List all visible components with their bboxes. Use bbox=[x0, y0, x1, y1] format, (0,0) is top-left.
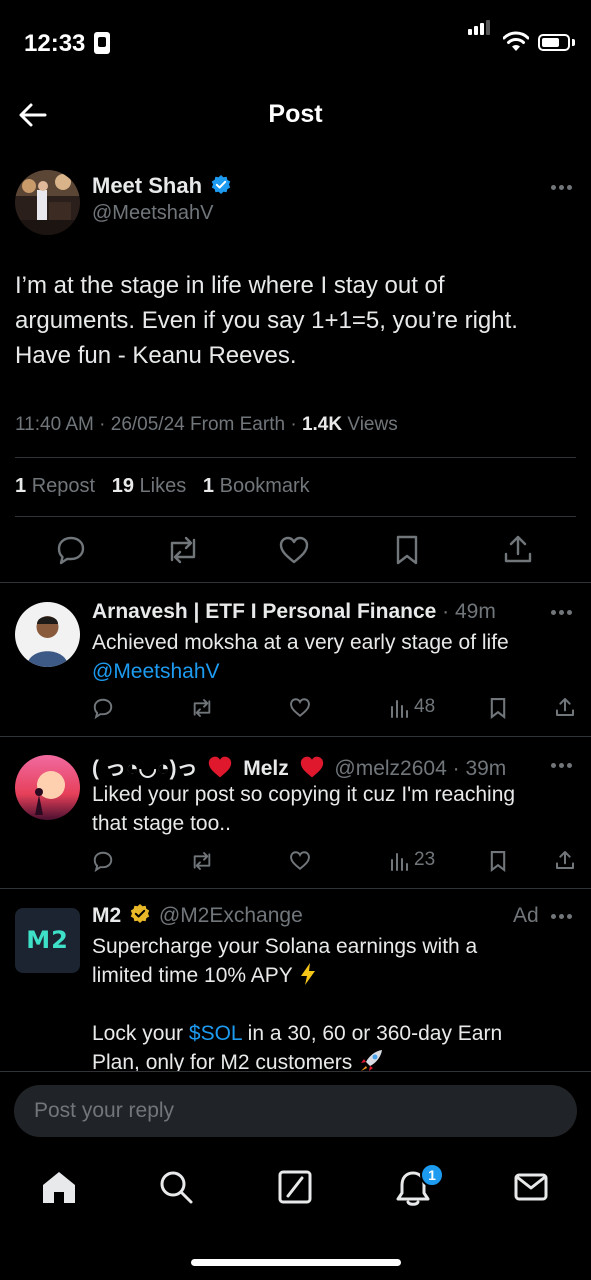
mention-link[interactable]: @MeetshahV bbox=[92, 657, 509, 686]
author-avatar[interactable] bbox=[15, 170, 80, 235]
messages-icon[interactable] bbox=[513, 1169, 549, 1205]
reply-text: Liked your post so copying it cuz I'm re… bbox=[92, 783, 516, 835]
heart-emoji-icon bbox=[300, 757, 323, 778]
home-icon[interactable] bbox=[40, 1169, 78, 1205]
battery-icon bbox=[538, 34, 570, 51]
advertiser-logo[interactable]: M2 bbox=[15, 908, 80, 973]
grok-icon[interactable] bbox=[277, 1169, 313, 1205]
status-time: 12:33 bbox=[24, 30, 86, 57]
more-icon[interactable] bbox=[551, 914, 573, 920]
bookmark-icon[interactable] bbox=[394, 534, 420, 566]
home-indicator[interactable] bbox=[191, 1259, 401, 1266]
reply-avatar[interactable] bbox=[15, 755, 80, 820]
verified-gold-badge-icon bbox=[130, 904, 150, 924]
share-icon[interactable] bbox=[555, 849, 575, 871]
heart-emoji-icon bbox=[209, 757, 232, 778]
like-icon[interactable] bbox=[289, 697, 311, 718]
ad-author-handle[interactable]: @M2Exchange bbox=[159, 904, 303, 927]
likes-stat[interactable]: 19 Likes bbox=[112, 475, 187, 497]
repost-icon[interactable] bbox=[190, 850, 214, 872]
status-bar: 12:33 bbox=[0, 0, 591, 88]
reply-author-handle[interactable]: @melz2604 bbox=[334, 757, 446, 780]
post-time: 11:40 AM bbox=[15, 414, 94, 435]
views-label[interactable]: Views bbox=[347, 414, 397, 435]
ad-text: Supercharge your Solana earnings with a … bbox=[92, 932, 582, 1071]
views-count[interactable]: 23 bbox=[414, 849, 435, 871]
top-nav: Post bbox=[0, 88, 591, 148]
reply-icon[interactable] bbox=[92, 850, 114, 872]
ad-author-name[interactable]: M2 bbox=[92, 904, 121, 927]
ad-label: Ad bbox=[513, 904, 539, 927]
like-icon[interactable] bbox=[278, 535, 310, 565]
post-text: I’m at the stage in life where I stay ou… bbox=[15, 272, 518, 369]
reply-composer: Post your reply bbox=[0, 1071, 591, 1155]
reply-author-name[interactable]: Melz bbox=[243, 757, 289, 780]
page-title: Post bbox=[268, 100, 323, 128]
reply-time: 49m bbox=[455, 600, 496, 623]
reply-time: 39m bbox=[465, 757, 507, 780]
views-count[interactable]: 1.4K bbox=[302, 414, 342, 435]
author-handle[interactable]: @MeetshahV bbox=[92, 202, 213, 225]
more-icon[interactable] bbox=[551, 763, 573, 769]
bottom-tab-bar: 1 bbox=[0, 1155, 591, 1280]
more-icon[interactable] bbox=[551, 610, 573, 616]
bookmark-icon[interactable] bbox=[489, 850, 507, 872]
post-date: 26/05/24 bbox=[110, 414, 185, 435]
repost-icon[interactable] bbox=[165, 534, 201, 566]
views-icon[interactable] bbox=[390, 851, 408, 871]
verified-badge-icon bbox=[211, 175, 231, 195]
rocket-emoji-icon bbox=[361, 1050, 383, 1071]
bookmark-icon[interactable] bbox=[489, 697, 507, 719]
reply-icon[interactable] bbox=[92, 697, 114, 719]
reply-text: Achieved moksha at a very early stage of… bbox=[92, 628, 509, 686]
more-icon[interactable] bbox=[551, 185, 573, 191]
share-icon[interactable] bbox=[555, 696, 575, 718]
lightning-emoji-icon bbox=[301, 963, 316, 986]
like-icon[interactable] bbox=[289, 850, 311, 871]
wifi-icon bbox=[503, 31, 529, 51]
notifications-badge: 1 bbox=[420, 1163, 444, 1187]
reply-author-prefix[interactable]: ( っ◔◡◔)っ bbox=[92, 757, 198, 780]
reposts-stat[interactable]: 1 Repost bbox=[15, 475, 95, 497]
repost-icon[interactable] bbox=[190, 697, 214, 719]
share-icon[interactable] bbox=[503, 533, 533, 565]
reply-author-name[interactable]: Arnavesh | ETF I Personal Finance bbox=[92, 600, 436, 623]
views-count[interactable]: 48 bbox=[414, 696, 435, 718]
reply-icon[interactable] bbox=[55, 534, 87, 566]
bookmarks-stat[interactable]: 1 Bookmark bbox=[203, 475, 310, 497]
post-location: From Earth bbox=[190, 414, 286, 435]
reply-input[interactable]: Post your reply bbox=[14, 1085, 577, 1137]
reply-avatar[interactable] bbox=[15, 602, 80, 667]
post-thread: Meet Shah @MeetshahV I’m at the stage in… bbox=[0, 148, 591, 1071]
post-stats: 1 Repost 19 Likes 1 Bookmark bbox=[15, 475, 310, 498]
cashtag-link[interactable]: $SOL bbox=[189, 1022, 242, 1045]
orientation-lock-icon bbox=[94, 32, 110, 54]
search-icon[interactable] bbox=[158, 1169, 194, 1205]
post-meta: 11:40 AM · 26/05/24 From Earth · 1.4K Vi… bbox=[15, 414, 398, 435]
author-name[interactable]: Meet Shah bbox=[92, 173, 202, 198]
views-icon[interactable] bbox=[390, 698, 408, 718]
